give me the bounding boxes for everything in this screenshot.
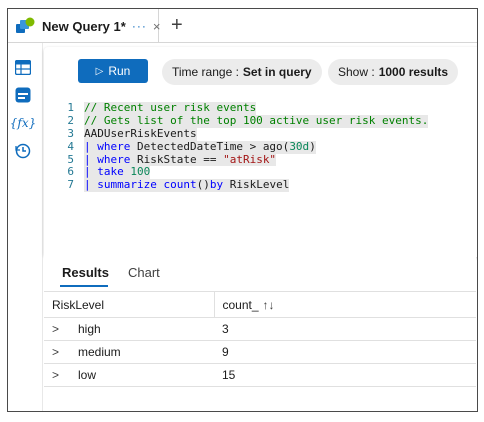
table-header-row: RiskLevel count_ ↑↓ <box>44 291 476 318</box>
tab-bar: New Query 1* ··· × + <box>8 9 477 43</box>
add-tab-icon[interactable]: + <box>171 14 183 37</box>
run-button[interactable]: ▷ Run <box>78 59 148 83</box>
time-range-label: Time range : <box>172 65 239 79</box>
rail-divider <box>42 43 43 411</box>
tab-results[interactable]: Results <box>62 265 109 280</box>
history-icon[interactable] <box>12 141 34 161</box>
table-row[interactable]: > medium 9 <box>44 340 476 364</box>
chevron-right-icon[interactable]: > <box>52 345 70 359</box>
time-range-picker[interactable]: Time range : Set in query <box>162 59 322 85</box>
show-value: 1000 results <box>378 65 449 79</box>
count-cell: 9 <box>214 340 476 364</box>
code-text: | summarize count()by RiskLevel <box>84 178 290 193</box>
results-pane: Results Chart RiskLevel count_ ↑↓ > high 3… <box>44 253 476 411</box>
chevron-right-icon[interactable]: > <box>52 368 70 382</box>
line-number: 2 <box>67 113 74 127</box>
result-limit-picker[interactable]: Show : 1000 results <box>328 59 459 85</box>
query-editor-panel: ▷ Run Time range : Set in query Show : 1… <box>44 47 477 257</box>
query-toolbar: ▷ Run Time range : Set in query Show : 1… <box>44 47 477 97</box>
code-line: 7 | summarize count()by RiskLevel <box>52 178 428 193</box>
results-table: RiskLevel count_ ↑↓ > high 3 > medium 9 > lo… <box>44 291 476 387</box>
line-number: 1 <box>67 101 74 114</box>
sort-icon[interactable]: ↑↓ <box>263 298 275 312</box>
results-tabs: Results Chart <box>44 253 476 293</box>
risk-level-cell: medium <box>78 345 121 359</box>
count-cell: 3 <box>214 317 476 341</box>
queries-icon[interactable] <box>12 85 34 105</box>
column-header-count[interactable]: count_ ↑↓ <box>213 291 476 318</box>
risk-level-cell: high <box>78 322 101 336</box>
tables-icon[interactable] <box>12 57 34 77</box>
count-cell: 15 <box>214 363 476 387</box>
table-row[interactable]: > low 15 <box>44 363 476 387</box>
code-line: 2 // Gets list of the top 100 active use… <box>52 113 429 128</box>
log-analytics-icon <box>16 17 36 35</box>
line-number: 7 <box>67 178 74 192</box>
line-number: 3 <box>67 126 74 140</box>
show-label: Show : <box>338 65 375 79</box>
left-rail: {fx} <box>8 43 38 411</box>
line-number: 4 <box>67 139 74 153</box>
table-row[interactable]: > high 3 <box>44 317 476 341</box>
more-icon[interactable]: ··· <box>132 19 147 33</box>
chevron-right-icon[interactable]: > <box>52 322 70 336</box>
code-text: // Recent user risk events <box>84 101 257 115</box>
code-editor[interactable]: 1 // Recent user risk events 2 // Gets l… <box>52 101 429 193</box>
functions-icon[interactable]: {fx} <box>10 113 36 133</box>
play-icon: ▷ <box>95 65 104 77</box>
code-line: 1 // Recent user risk events <box>52 101 428 115</box>
close-icon[interactable]: × <box>153 19 161 34</box>
column-header-risklevel[interactable]: RiskLevel <box>44 291 214 318</box>
active-tab-indicator <box>60 285 108 287</box>
risk-level-cell: low <box>78 368 97 382</box>
code-text: // Gets list of the top 100 active user … <box>84 113 429 128</box>
query-window: New Query 1* ··· × + {fx} ▷ Run Time ran… <box>7 8 478 412</box>
tab-new-query[interactable]: New Query 1* ··· × <box>8 9 161 43</box>
tab-chart[interactable]: Chart <box>128 265 160 280</box>
time-range-value: Set in query <box>242 65 312 79</box>
tab-title: New Query 1* <box>42 18 126 34</box>
run-label: Run <box>108 64 131 78</box>
